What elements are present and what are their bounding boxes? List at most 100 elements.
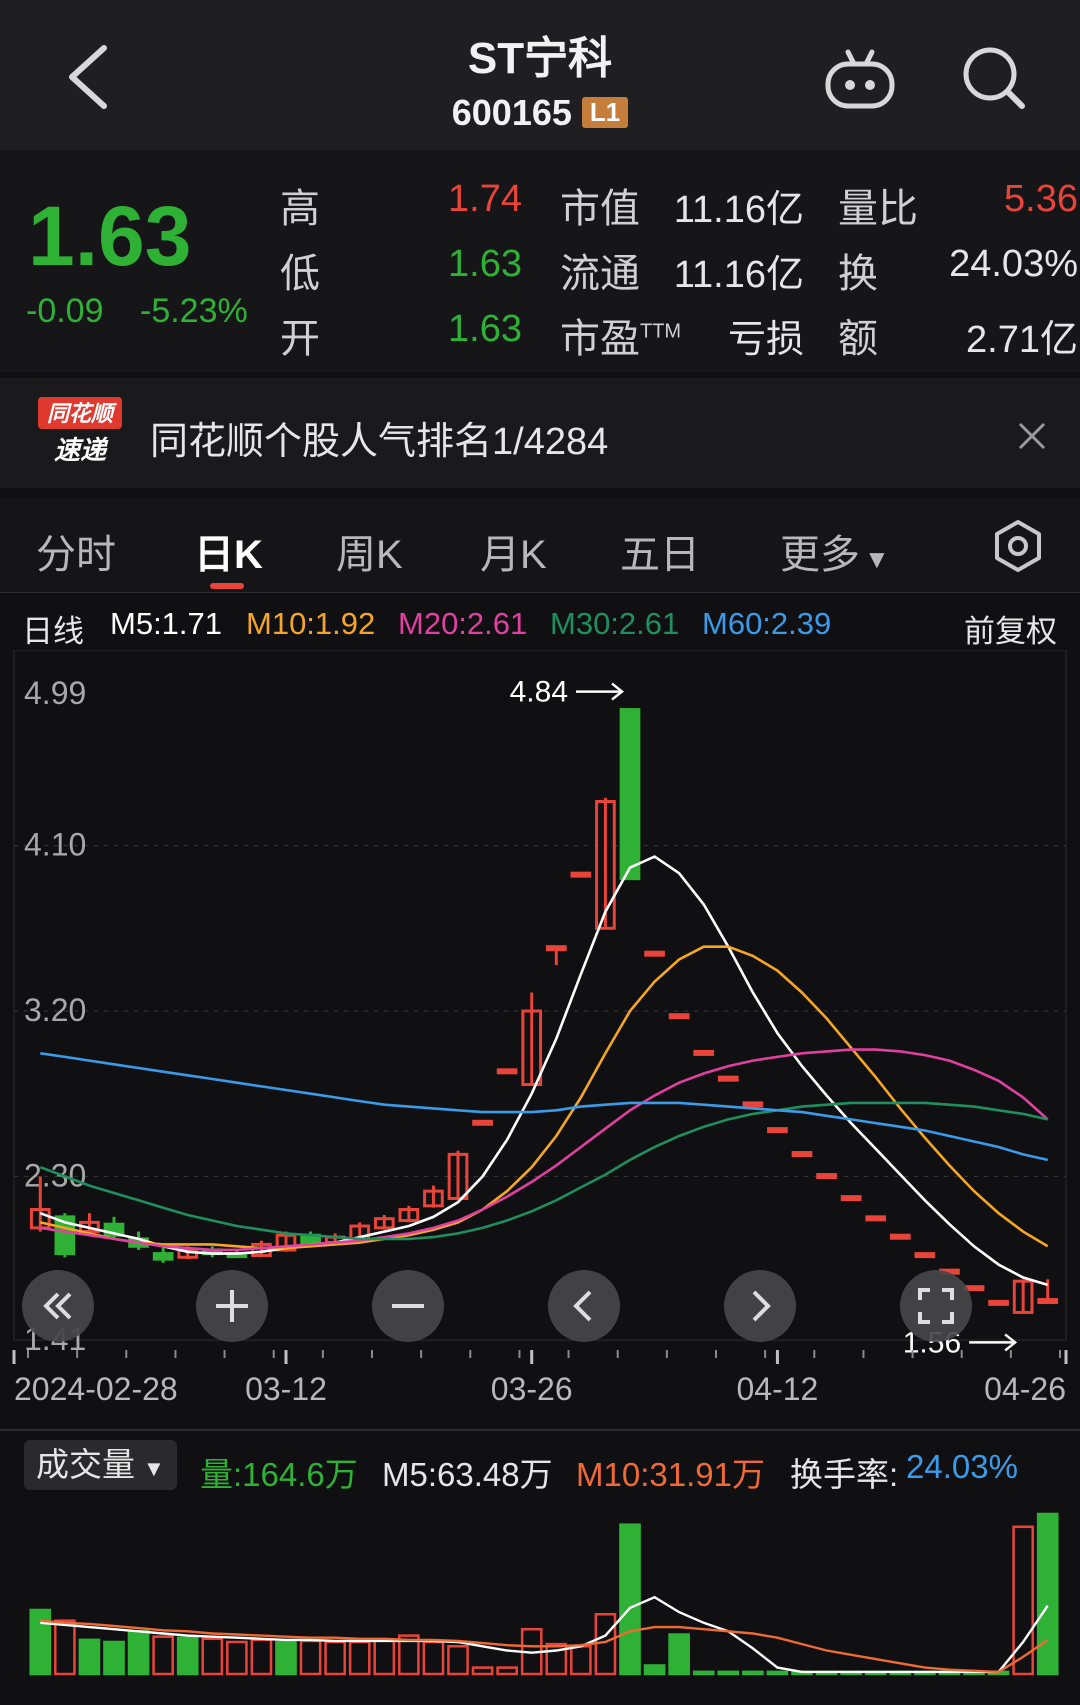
stock-name: ST宁科 <box>467 34 613 83</box>
robot-icon <box>825 49 895 109</box>
close-icon <box>1018 422 1046 450</box>
candle-up <box>472 1119 493 1126</box>
fast-rewind-button[interactable] <box>22 1270 94 1342</box>
turnover-label: 换 <box>838 252 878 296</box>
volume-bar-up <box>299 1639 322 1676</box>
candle-up <box>545 945 567 952</box>
logo-top-text: 同花顺 <box>47 402 117 427</box>
volume-bar-up <box>54 1619 76 1676</box>
volume-bar-down <box>619 1523 641 1676</box>
volume-bar-down <box>766 1670 789 1676</box>
fullscreen-button[interactable] <box>900 1270 972 1342</box>
assistant-button[interactable] <box>822 46 898 112</box>
volume-bar-up <box>447 1645 469 1676</box>
x-tick-label: 03-12 <box>245 1371 327 1407</box>
pe-value: 亏损 <box>727 319 804 361</box>
tab-daily-k[interactable]: 日K <box>194 522 263 580</box>
candle-up <box>816 1173 837 1180</box>
float-label: 流通 <box>560 252 640 296</box>
period-label: 日线 <box>22 614 84 649</box>
candle-up <box>988 1299 1009 1306</box>
mcap-label: 市值 <box>560 187 640 231</box>
news-logo: 同花顺 速递 <box>36 395 124 469</box>
tab-more-label: 更多 <box>780 533 860 577</box>
ma5-label: M5:1.71 <box>110 606 223 641</box>
tab-monthly-k[interactable]: 月K <box>480 522 547 580</box>
ma-line-m10 <box>40 945 1049 1250</box>
volume-bar-up <box>152 1635 174 1676</box>
ma-legend: 日线 M5:1.71 M10:1.92 M20:2.61 M30:2.61 M6… <box>0 600 1080 650</box>
search-button[interactable] <box>960 44 1028 112</box>
tab-weekly-k[interactable]: 周K <box>336 522 403 580</box>
settings-icon <box>995 520 1041 572</box>
volume-bar-down <box>643 1664 666 1676</box>
volume-bar-down <box>78 1638 101 1676</box>
zoom-in-button[interactable] <box>196 1270 268 1342</box>
open-label: 开 <box>280 317 320 361</box>
ma20-label: M20:2.61 <box>398 606 528 641</box>
volume-m5: M5:63.48万 <box>382 1456 553 1493</box>
chart-settings-button[interactable] <box>990 518 1046 574</box>
mcap-value: 11.16亿 <box>673 189 804 231</box>
low-label: 低 <box>280 252 320 296</box>
volume-m10: M10:31.91万 <box>576 1456 765 1493</box>
scroll-left-button[interactable] <box>548 1270 620 1342</box>
candle-up <box>791 1151 813 1158</box>
x-tick-label: 03-26 <box>491 1371 573 1407</box>
zoom-out-button[interactable] <box>372 1270 444 1342</box>
volume-bar-down <box>103 1640 125 1676</box>
volume-bar-down <box>275 1640 297 1676</box>
indicator-select-label: 成交量 <box>36 1446 135 1483</box>
volume-bar-up <box>324 1640 346 1676</box>
caret-down-icon: ▼ <box>143 1456 165 1481</box>
plus-icon <box>216 1290 248 1322</box>
ma60-label: M60:2.39 <box>702 606 832 641</box>
pe-label-text: 市盈 <box>560 317 640 361</box>
volume-bar-down <box>668 1633 690 1676</box>
high-label: 高 <box>280 187 320 231</box>
volume-value: 量:164.6万 <box>200 1456 358 1493</box>
candle-up <box>865 1215 887 1222</box>
max-price-label: 4.84 <box>510 676 568 709</box>
candle-up <box>693 1049 715 1056</box>
candle-up <box>914 1252 936 1259</box>
volume-bar-up <box>422 1640 445 1676</box>
high-value: 1.74 <box>448 178 522 220</box>
turnover-rate-value: 24.03% <box>906 1448 1018 1485</box>
y-tick-label: 2.30 <box>24 1157 86 1193</box>
tab-five-day[interactable]: 五日 <box>620 522 700 580</box>
y-tick-label: 4.10 <box>24 827 86 863</box>
candle-up <box>840 1195 862 1202</box>
candlestick-chart[interactable]: 4.994.103.202.301.414.841.562024-02-2803… <box>0 650 1080 1460</box>
popularity-rank-text: 同花顺个股人气排名1/4284 <box>150 421 609 463</box>
float-value: 11.16亿 <box>673 254 804 296</box>
volume-bar-up <box>471 1666 494 1676</box>
candle-up <box>496 1068 518 1075</box>
price-change: -0.09 <box>26 292 104 330</box>
stock-code: 600165 <box>451 92 572 133</box>
turnover-rate-label: 换手率: <box>790 1456 899 1493</box>
candle-up <box>717 1075 739 1082</box>
logo-bottom-text: 速递 <box>54 436 109 466</box>
price-adjust-toggle[interactable]: 前复权 <box>964 606 1057 651</box>
x-tick-label: 04-12 <box>737 1371 819 1407</box>
open-value: 1.63 <box>448 308 522 350</box>
ma-line-m5 <box>39 855 1049 1287</box>
volume-bar-down <box>1036 1512 1059 1676</box>
volume-bar-up <box>348 1640 371 1676</box>
scroll-right-button[interactable] <box>724 1270 796 1342</box>
banner-close-button[interactable] <box>1010 414 1054 458</box>
volume-bar-down <box>176 1636 199 1676</box>
candle-down <box>619 708 641 881</box>
tab-intraday[interactable]: 分时 <box>36 522 116 580</box>
tab-more[interactable]: 更多 ▼ <box>780 522 890 580</box>
amount-value: 2.71亿 <box>966 319 1078 361</box>
fullscreen-icon <box>918 1288 954 1324</box>
candle-up <box>767 1127 788 1134</box>
volume-bar-down <box>127 1630 150 1676</box>
indicator-select[interactable]: 成交量 ▼ <box>24 1440 177 1490</box>
low-value: 1.63 <box>448 243 522 285</box>
volume-chart[interactable] <box>0 1498 1080 1688</box>
candle-up <box>1037 1298 1059 1305</box>
volume-bar-up <box>594 1613 617 1676</box>
